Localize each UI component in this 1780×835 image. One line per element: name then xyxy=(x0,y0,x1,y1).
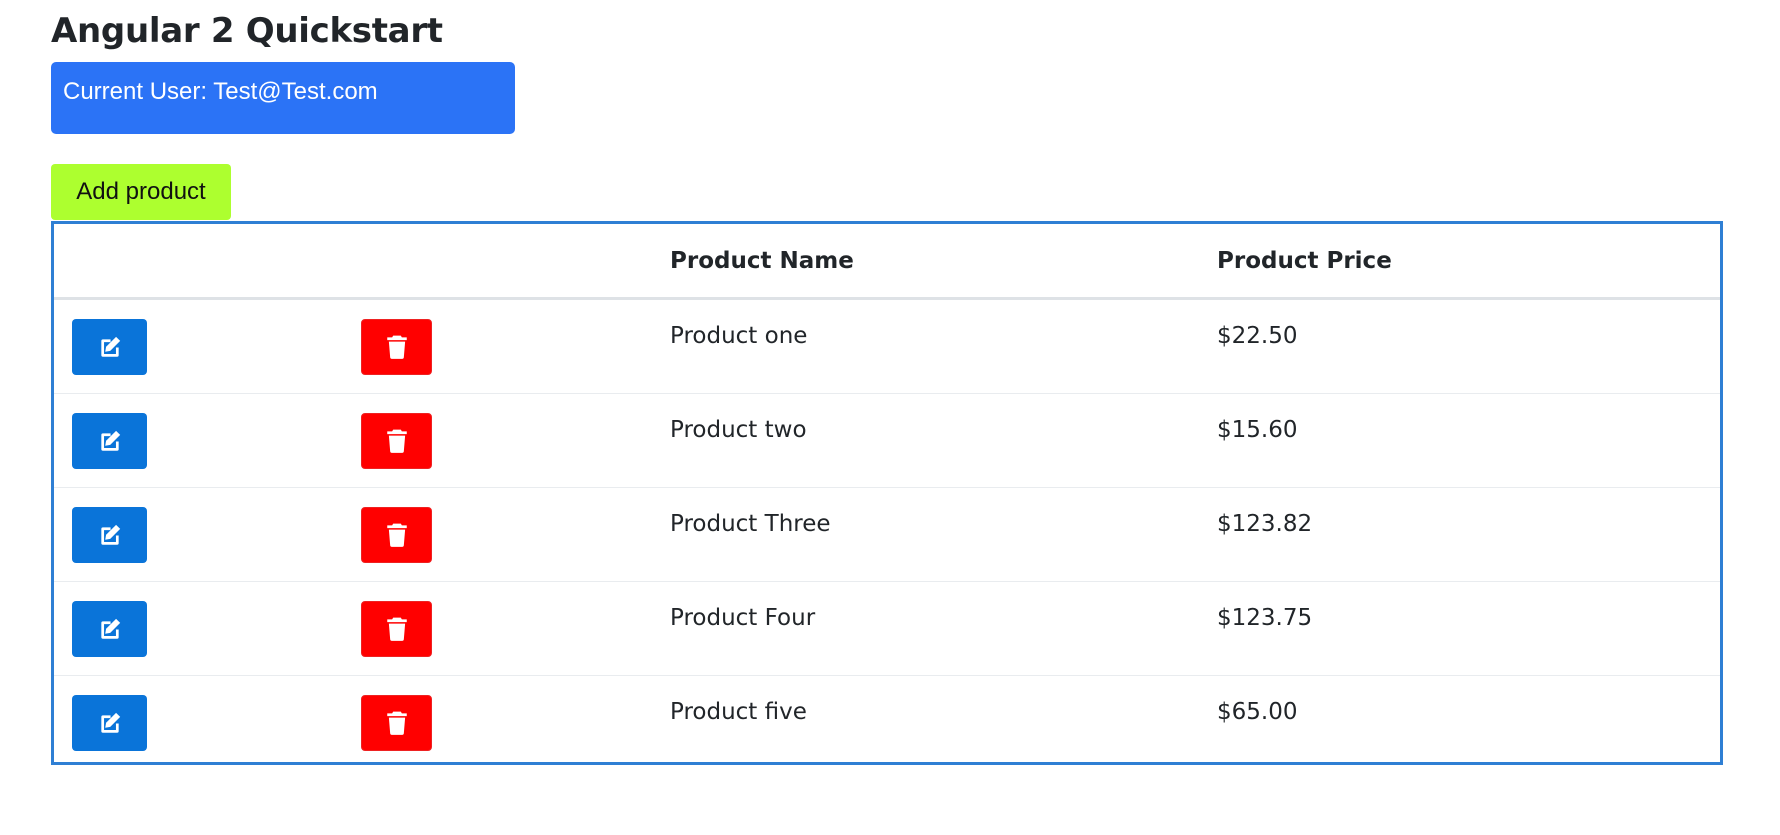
edit-cell xyxy=(54,675,360,769)
edit-cell xyxy=(54,299,360,394)
trash-icon xyxy=(386,334,408,360)
delete-product-button[interactable] xyxy=(361,507,432,563)
delete-product-button[interactable] xyxy=(361,601,432,657)
header-product-name: Product Name xyxy=(653,224,1200,300)
edit-cell xyxy=(54,393,360,488)
trash-icon xyxy=(386,428,408,454)
product-name-cell: Product Three xyxy=(653,487,1200,582)
product-name: Product two xyxy=(670,417,807,443)
trash-icon xyxy=(386,710,408,736)
product-price-cell: $15.60 xyxy=(1200,393,1720,488)
product-name: Product Three xyxy=(670,511,831,537)
product-name: Product one xyxy=(670,323,808,349)
product-price: $123.82 xyxy=(1217,511,1313,537)
table-header-row: Product Name Product Price xyxy=(54,224,1720,300)
header-edit-column xyxy=(54,224,360,300)
products-table-container: Product Name Product Price Product one $… xyxy=(51,221,1723,769)
product-name: Product five xyxy=(670,699,807,725)
delete-product-button[interactable] xyxy=(361,695,432,751)
table-row: Product two $15.60 xyxy=(54,393,1720,488)
product-price-cell: $65.00 xyxy=(1200,675,1720,769)
delete-product-button[interactable] xyxy=(361,413,432,469)
product-name-cell: Product two xyxy=(653,393,1200,488)
table-row: Product Three $123.82 xyxy=(54,487,1720,582)
header-product-price: Product Price xyxy=(1200,224,1720,300)
add-product-button[interactable]: Add product xyxy=(51,164,231,220)
edit-cell xyxy=(54,487,360,582)
edit-icon xyxy=(97,616,123,642)
product-name: Product Four xyxy=(670,605,816,631)
edit-product-button[interactable] xyxy=(72,695,147,751)
product-price: $123.75 xyxy=(1217,605,1313,631)
delete-cell xyxy=(360,487,653,582)
trash-icon xyxy=(386,522,408,548)
edit-icon xyxy=(97,428,123,454)
table-row: Product five $65.00 xyxy=(54,675,1720,769)
product-name-cell: Product one xyxy=(653,299,1200,394)
current-user-text: Current User: Test@Test.com xyxy=(63,78,378,105)
edit-icon xyxy=(97,334,123,360)
edit-cell xyxy=(54,581,360,676)
page: Angular 2 Quickstart Current User: Test@… xyxy=(0,0,1780,835)
product-price-cell: $123.82 xyxy=(1200,487,1720,582)
edit-product-button[interactable] xyxy=(72,507,147,563)
product-price: $15.60 xyxy=(1217,417,1298,443)
edit-icon xyxy=(97,522,123,548)
current-user-banner: Current User: Test@Test.com xyxy=(51,62,515,134)
products-table: Product Name Product Price Product one $… xyxy=(54,224,1720,769)
edit-product-button[interactable] xyxy=(72,601,147,657)
product-price: $65.00 xyxy=(1217,699,1298,725)
edit-product-button[interactable] xyxy=(72,413,147,469)
delete-cell xyxy=(360,299,653,394)
product-price-cell: $123.75 xyxy=(1200,581,1720,676)
page-title: Angular 2 Quickstart xyxy=(51,11,443,51)
delete-product-button[interactable] xyxy=(361,319,432,375)
product-name-cell: Product five xyxy=(653,675,1200,769)
delete-cell xyxy=(360,675,653,769)
delete-cell xyxy=(360,581,653,676)
product-name-cell: Product Four xyxy=(653,581,1200,676)
table-row: Product Four $123.75 xyxy=(54,581,1720,676)
edit-icon xyxy=(97,710,123,736)
product-price: $22.50 xyxy=(1217,323,1298,349)
trash-icon xyxy=(386,616,408,642)
edit-product-button[interactable] xyxy=(72,319,147,375)
table-row: Product one $22.50 xyxy=(54,299,1720,394)
header-delete-column xyxy=(360,224,653,300)
product-price-cell: $22.50 xyxy=(1200,299,1720,394)
delete-cell xyxy=(360,393,653,488)
